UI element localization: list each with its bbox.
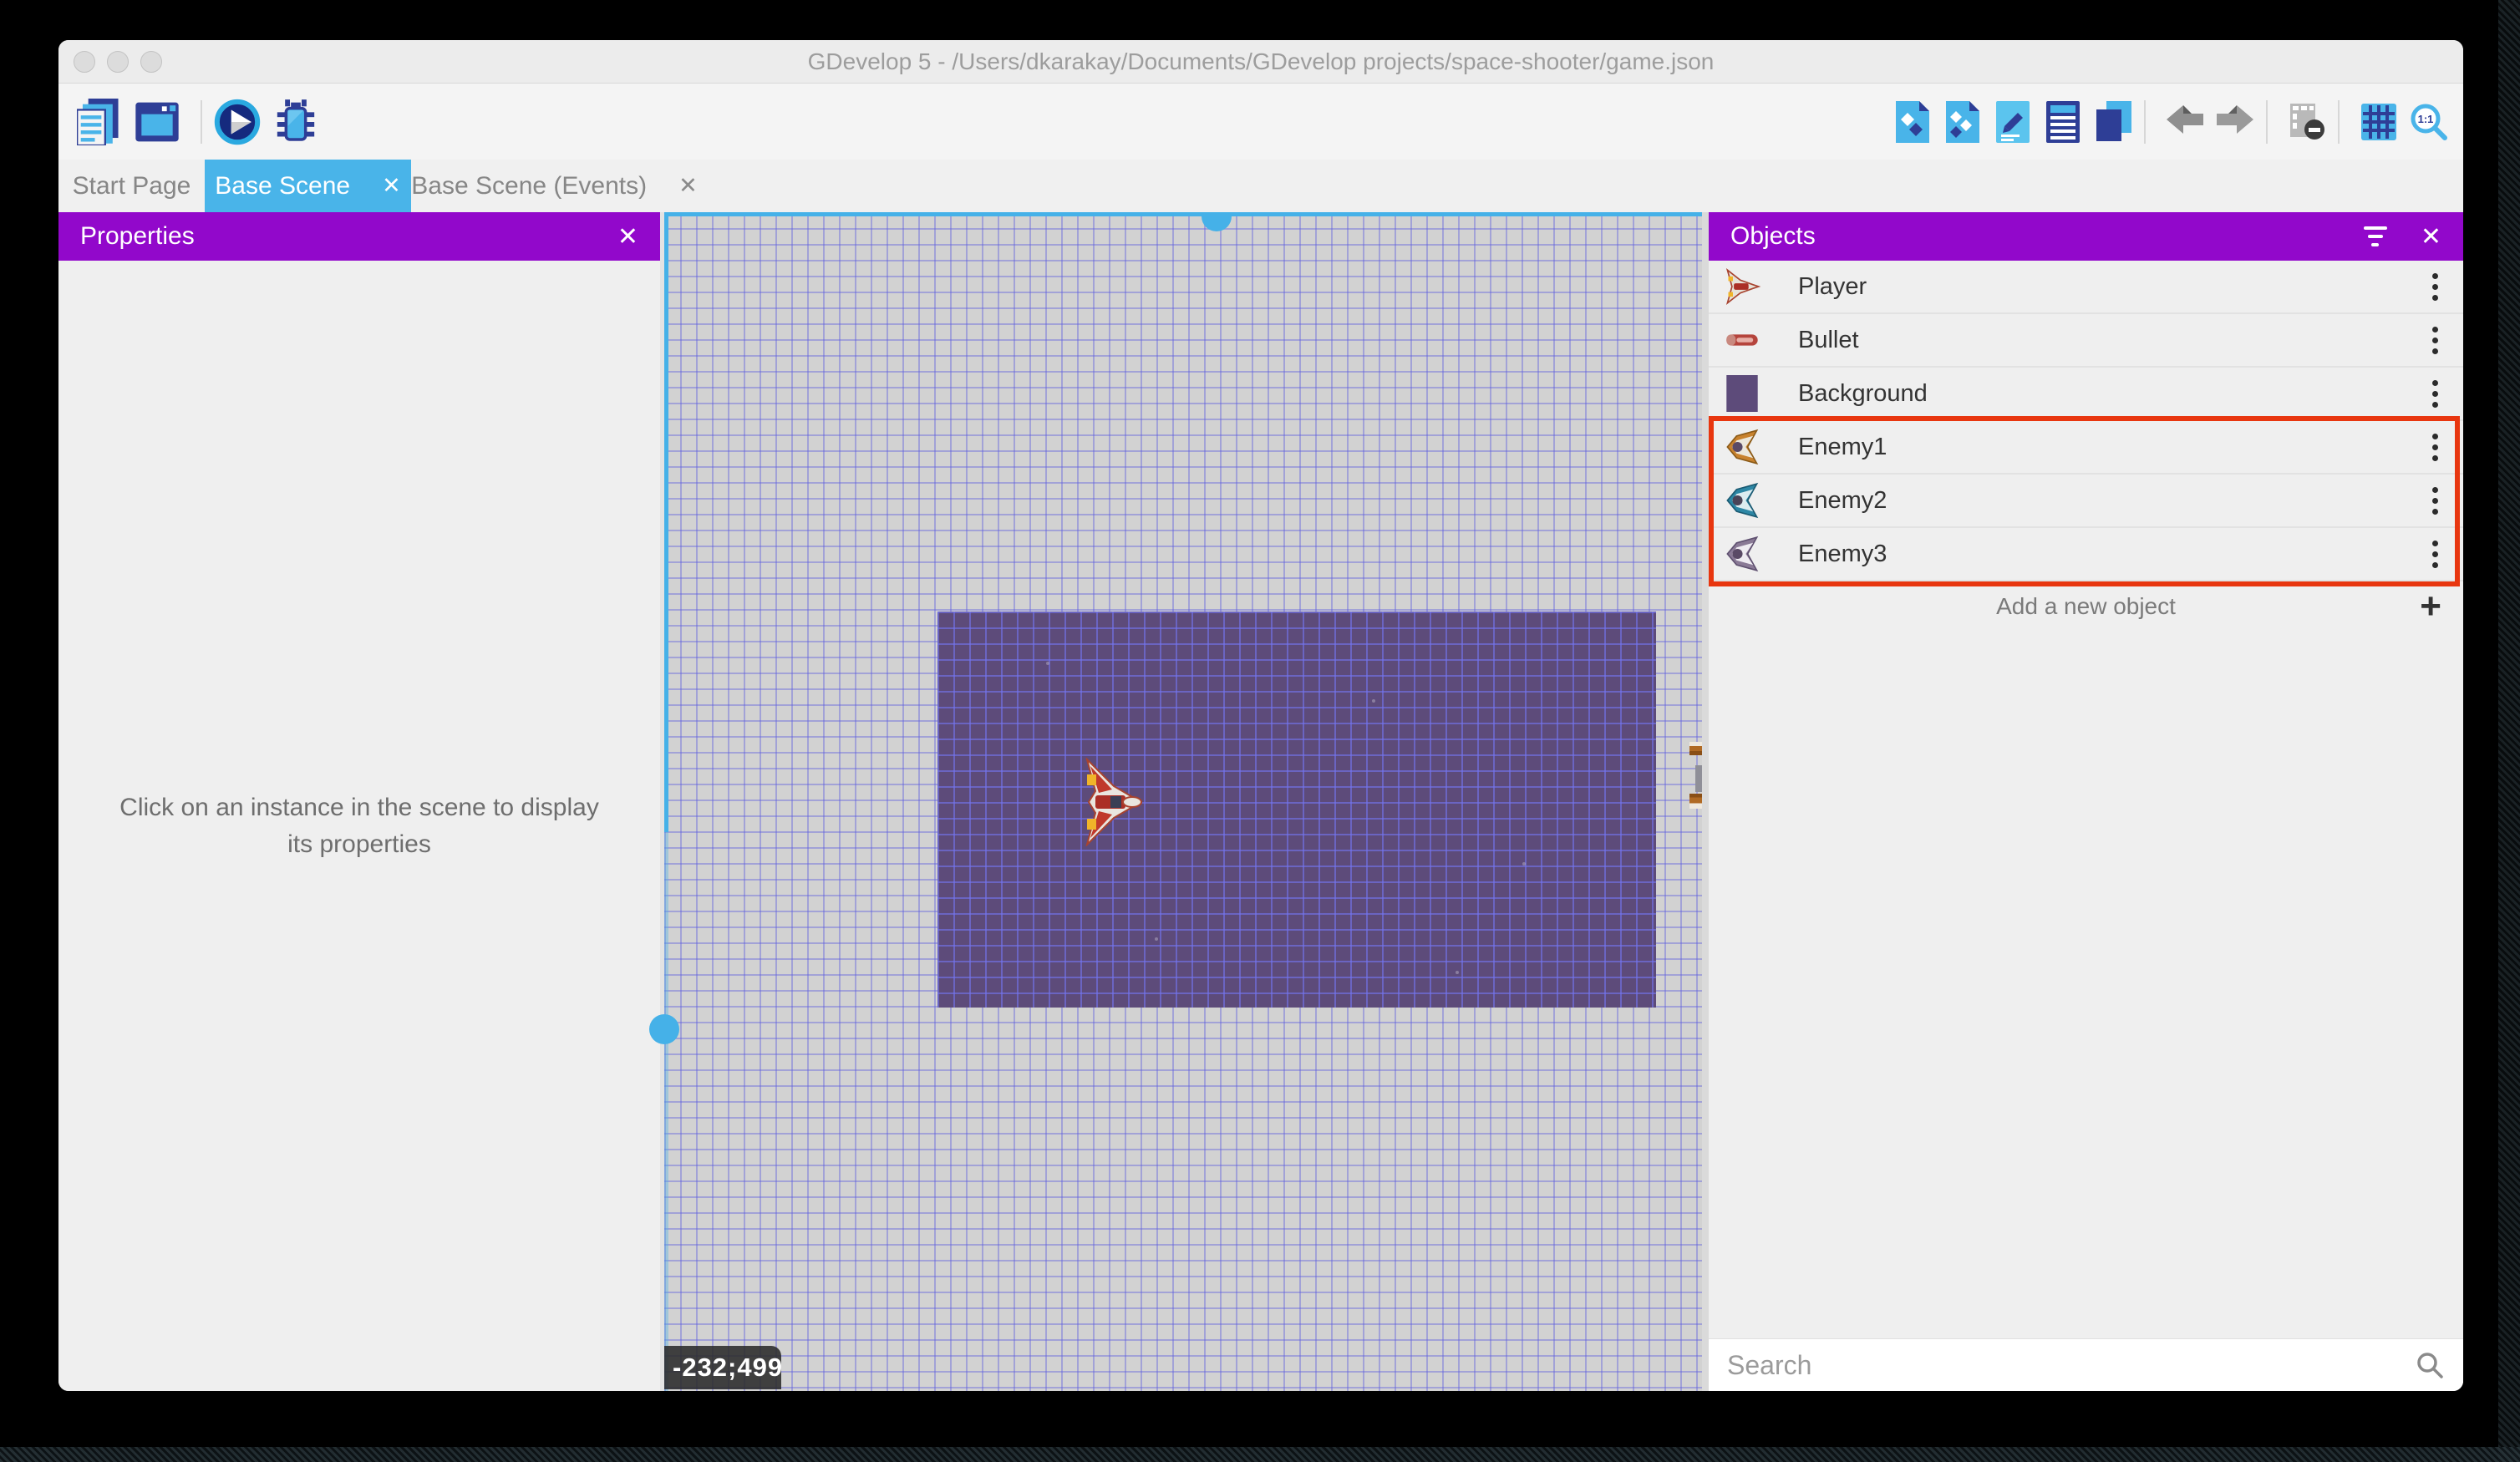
add-object-label: Add a new object	[1996, 593, 2176, 620]
player-instance[interactable]	[1080, 758, 1142, 846]
object-menu-button[interactable]	[2427, 537, 2443, 571]
search-icon	[2415, 1350, 2445, 1380]
bullet-thumbnail-icon	[1724, 322, 1760, 358]
star-dot	[1456, 971, 1459, 974]
tab-label: Base Scene (Events)	[411, 172, 647, 201]
properties-panel-body: Click on an instance in the scene to dis…	[58, 261, 660, 1391]
instances-list-icon[interactable]	[2042, 101, 2084, 143]
object-groups-icon[interactable]	[1942, 101, 1984, 143]
toolbar-separator	[2266, 100, 2268, 144]
close-panel-icon[interactable]: ✕	[617, 222, 638, 251]
star-dot	[1372, 699, 1375, 703]
enemy-instance-clipped[interactable]	[1689, 794, 1702, 809]
object-name: Enemy3	[1798, 541, 1887, 568]
object-name: Enemy1	[1798, 434, 1887, 461]
selection-resize-handle-left[interactable]	[649, 1014, 679, 1044]
properties-empty-message: Click on an instance in the scene to dis…	[109, 789, 610, 862]
objects-panel-header: Objects ✕	[1709, 212, 2463, 261]
object-menu-button[interactable]	[2427, 430, 2443, 464]
object-row-enemy1[interactable]: Enemy1	[1709, 421, 2463, 475]
desktop-wallpaper-edge	[0, 1447, 2520, 1462]
tab-bar: Start Page Base Scene ✕ Base Scene (Even…	[58, 160, 2463, 212]
selection-border-top	[664, 212, 1702, 216]
enemy2-thumbnail-icon	[1724, 482, 1760, 519]
selection-border-left	[664, 212, 668, 832]
toolbar-separator	[2144, 100, 2146, 144]
background-instance[interactable]	[937, 612, 1656, 1008]
selection-border-left-faded	[664, 832, 668, 1391]
enemy1-thumbnail-icon	[1724, 429, 1760, 465]
search-input[interactable]	[1727, 1350, 2415, 1381]
star-dot	[1155, 937, 1158, 941]
properties-panel-header: Properties ✕	[58, 212, 660, 261]
close-tab-icon[interactable]: ✕	[382, 175, 401, 197]
tab-base-scene-events[interactable]: Base Scene (Events) ✕	[411, 160, 698, 212]
debugger-icon[interactable]	[271, 97, 321, 147]
scene-canvas[interactable]: -232;499	[664, 212, 1702, 1391]
object-name: Player	[1798, 273, 1867, 301]
main-toolbar: 1:1	[58, 84, 2463, 160]
object-name: Enemy2	[1798, 487, 1887, 515]
object-row-enemy2[interactable]: Enemy2	[1709, 475, 2463, 528]
object-menu-button[interactable]	[2427, 484, 2443, 518]
window-title: GDevelop 5 - /Users/dkarakay/Documents/G…	[58, 48, 2463, 75]
object-menu-button[interactable]	[2427, 323, 2443, 358]
object-row-enemy3[interactable]: Enemy3	[1709, 528, 2463, 581]
project-manager-icon[interactable]	[74, 97, 124, 147]
toolbar-separator	[2338, 100, 2340, 144]
properties-panel: Properties ✕ Click on an instance in the…	[58, 212, 664, 1391]
title-bar: GDevelop 5 - /Users/dkarakay/Documents/G…	[58, 40, 2463, 84]
gdevelop-window: GDevelop 5 - /Users/dkarakay/Documents/G…	[58, 40, 2463, 1391]
undo-icon[interactable]	[2164, 101, 2206, 143]
desktop-wallpaper-edge	[2498, 0, 2520, 1462]
player-thumbnail-icon	[1724, 268, 1760, 305]
filter-icon[interactable]	[2364, 226, 2387, 246]
tab-start-page[interactable]: Start Page	[58, 160, 205, 212]
cursor-coordinates-badge: -232;499	[664, 1346, 781, 1389]
background-thumbnail-icon	[1724, 375, 1760, 412]
enemy3-thumbnail-icon	[1724, 536, 1760, 572]
desktop: GDevelop 5 - /Users/dkarakay/Documents/G…	[0, 0, 2520, 1462]
add-object-row[interactable]: Add a new object +	[1709, 581, 2463, 632]
layers-icon[interactable]	[2092, 101, 2134, 143]
object-name: Background	[1798, 380, 1928, 408]
toolbar-separator	[201, 100, 202, 144]
object-menu-button[interactable]	[2427, 377, 2443, 411]
editor-content: Properties ✕ Click on an instance in the…	[58, 212, 2463, 1391]
star-dot	[1522, 862, 1526, 866]
preview-icon[interactable]	[212, 97, 262, 147]
objects-panel-empty-area	[1709, 632, 2463, 1338]
panel-title: Properties	[80, 222, 195, 251]
star-dot	[1046, 662, 1049, 665]
tab-label: Start Page	[73, 172, 191, 201]
toggle-mask-icon[interactable]	[2286, 101, 2328, 143]
object-name: Bullet	[1798, 327, 1859, 354]
add-object-plus-icon[interactable]: +	[2420, 588, 2441, 625]
tab-base-scene[interactable]: Base Scene ✕	[205, 160, 411, 212]
panel-title: Objects	[1730, 222, 1816, 251]
objects-panel: Objects ✕ Player	[1702, 212, 2463, 1391]
objects-editor-icon[interactable]	[1892, 101, 1933, 143]
enemy-instance-clipped[interactable]	[1689, 742, 1702, 755]
enemy-instance-clipped[interactable]	[1695, 765, 1702, 792]
close-panel-icon[interactable]: ✕	[2421, 222, 2441, 251]
objects-search-bar	[1709, 1338, 2463, 1391]
object-row-background[interactable]: Background	[1709, 368, 2463, 421]
close-tab-icon[interactable]: ✕	[678, 175, 698, 197]
start-page-icon[interactable]	[132, 97, 182, 147]
tab-label: Base Scene	[215, 172, 350, 201]
redo-icon[interactable]	[2214, 101, 2256, 143]
object-menu-button[interactable]	[2427, 270, 2443, 304]
object-row-player[interactable]: Player	[1709, 261, 2463, 314]
selection-resize-handle-top[interactable]	[1202, 216, 1232, 231]
zoom-ratio-label: 1:1	[2418, 113, 2434, 125]
zoom-1-1-icon[interactable]: 1:1	[2408, 101, 2450, 143]
object-row-bullet[interactable]: Bullet	[1709, 314, 2463, 368]
properties-icon[interactable]	[1992, 101, 2034, 143]
toggle-grid-icon[interactable]	[2358, 101, 2400, 143]
